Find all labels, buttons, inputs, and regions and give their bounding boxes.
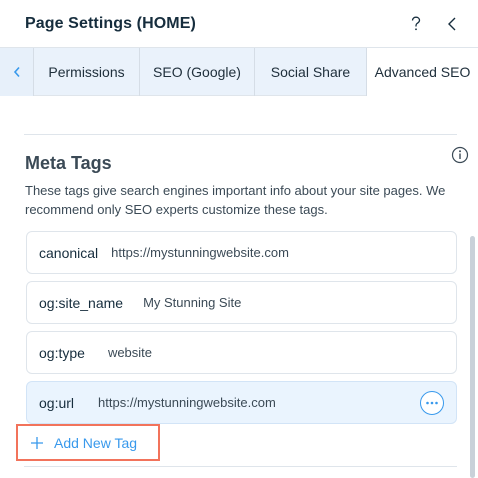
chevron-left-icon [13,66,20,78]
question-icon[interactable] [408,14,424,34]
scrollbar-thumb[interactable] [470,236,475,478]
bottom-divider [24,466,457,467]
tab-bar: Permissions SEO (Google) Social Share Ad… [0,48,478,96]
panel-header: Page Settings (HOME) [0,0,478,48]
tab-permissions[interactable]: Permissions [34,48,140,96]
top-divider [24,134,457,135]
page-title: Page Settings (HOME) [25,14,196,32]
header-actions [408,0,460,48]
tab-advanced-seo[interactable]: Advanced SEO [367,48,478,96]
tab-social-share[interactable]: Social Share [255,48,367,96]
meta-tag-row-og-url[interactable]: og:url https://mystunningwebsite.com [26,381,457,424]
tag-value: https://mystunningwebsite.com [111,245,289,260]
tag-more-actions-button[interactable] [420,391,444,415]
add-new-tag-button[interactable]: Add New Tag [16,424,160,461]
tag-value: https://mystunningwebsite.com [98,395,276,410]
tag-value: My Stunning Site [143,295,242,310]
tab-seo-google[interactable]: SEO (Google) [140,48,255,96]
meta-tag-row-og-type[interactable]: og:type website [26,331,457,374]
add-new-tag-label: Add New Tag [54,434,138,451]
tag-name: og:site_name [39,294,124,311]
meta-tag-row-canonical[interactable]: canonical https://mystunningwebsite.com [26,231,457,274]
collapse-panel-button[interactable] [444,14,460,34]
meta-tags-description: These tags give search engines important… [25,183,446,217]
advanced-seo-content: Meta Tags These tags give search engines… [0,96,478,478]
tag-name: og:url [39,394,75,411]
tag-value: website [107,345,153,360]
tag-name: canonical [39,244,99,261]
tabs-scroll-left-button[interactable] [0,48,34,96]
meta-tag-row-og-site-name[interactable]: og:site_name My Stunning Site [26,281,457,324]
meta-tags-heading: Meta Tags [25,153,112,173]
more-icon [426,401,438,405]
chevron-left-icon [448,17,456,31]
tag-name: og:type [39,344,85,361]
info-icon[interactable] [451,146,469,164]
plus-icon [31,436,43,449]
